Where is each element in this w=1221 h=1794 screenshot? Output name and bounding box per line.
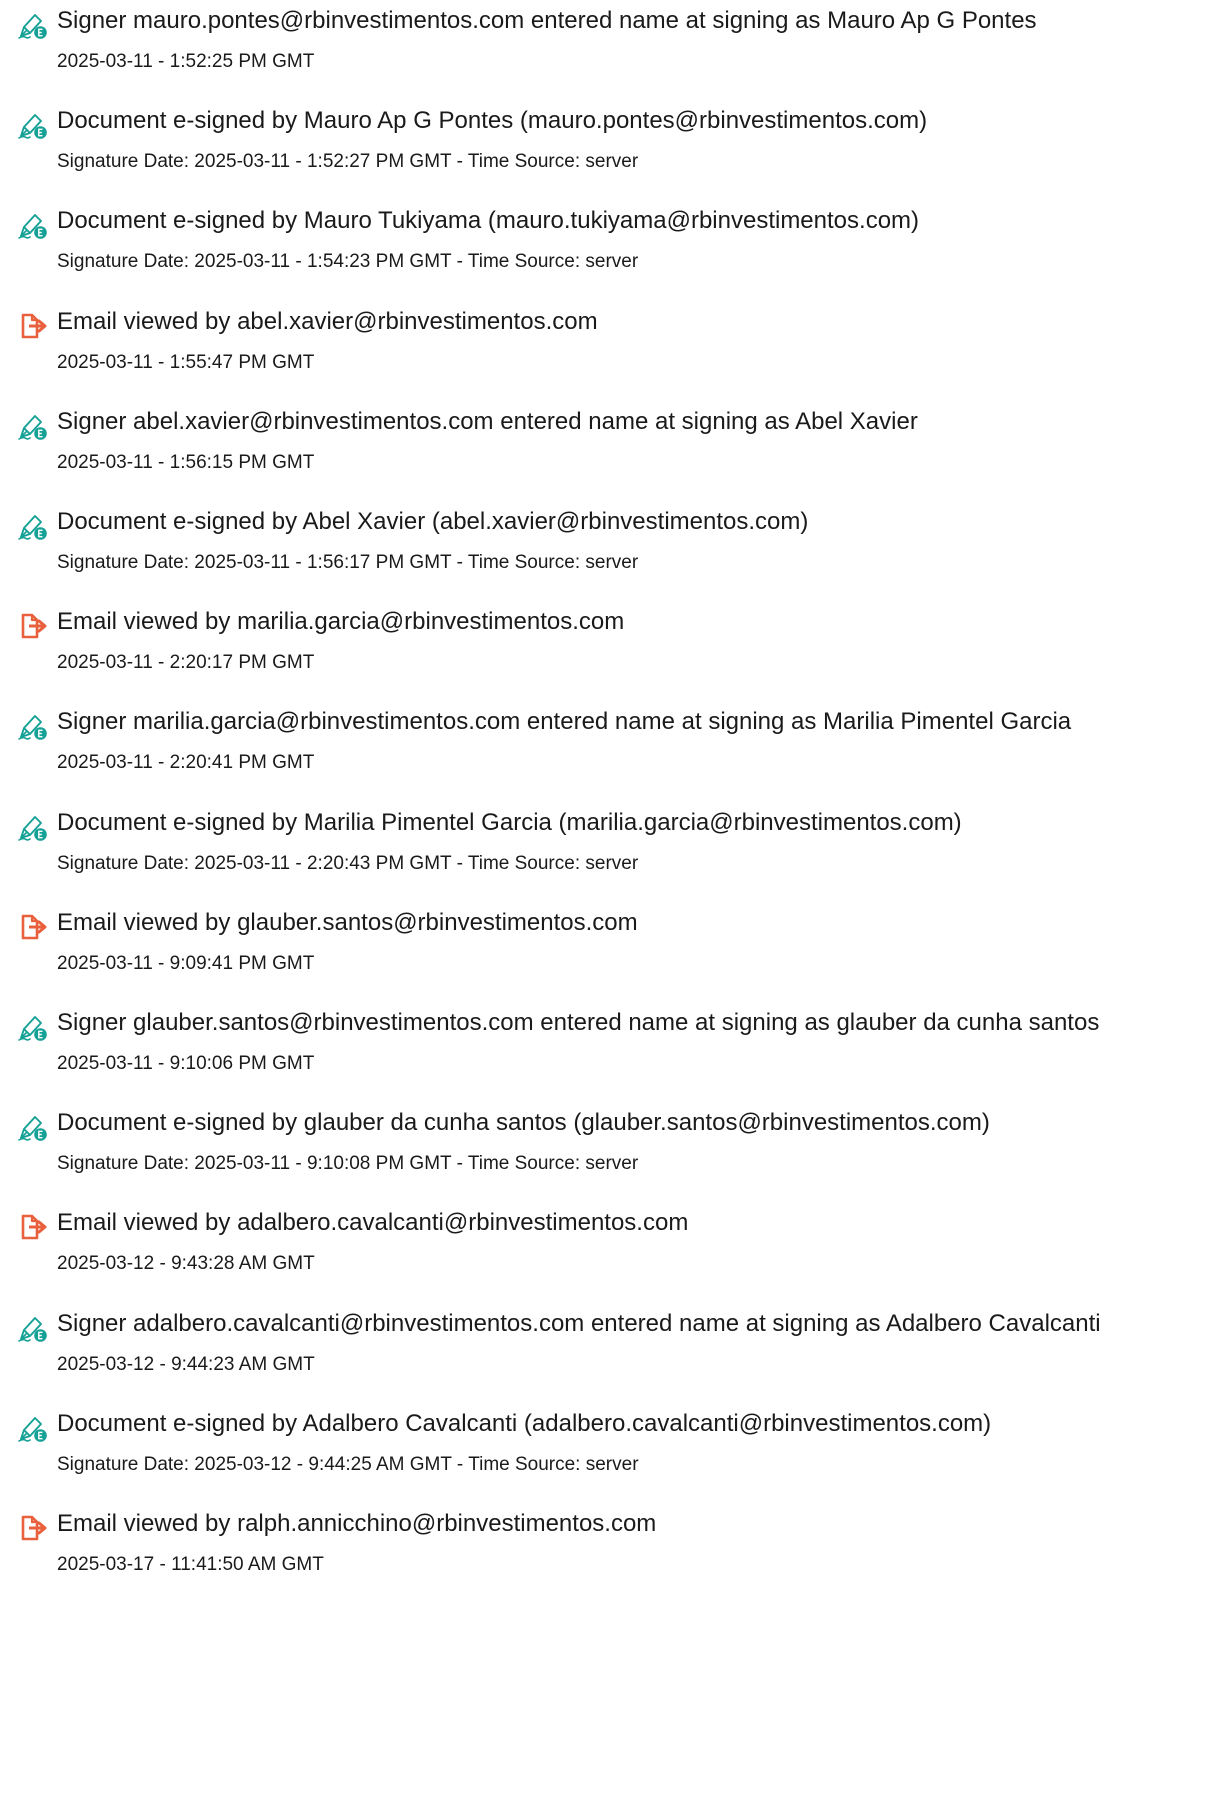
document-viewed-icon (18, 912, 48, 942)
entry-timestamp: Signature Date: 2025-03-11 - 2:20:43 PM … (57, 852, 639, 874)
document-viewed-icon (18, 311, 48, 341)
log-entry: Signer mauro.pontes@rbinvestimentos.com … (0, 6, 1221, 96)
log-entry: Document e-signed by Mauro Tukiyama (mau… (0, 206, 1221, 296)
entry-timestamp: 2025-03-11 - 2:20:41 PM GMT (57, 752, 315, 774)
log-entry: Email viewed by glauber.santos@rbinvesti… (0, 908, 1221, 998)
entry-description: Document e-signed by Marilia Pimentel Ga… (57, 808, 962, 836)
document-viewed-icon (18, 1212, 48, 1242)
entry-timestamp: 2025-03-12 - 9:44:23 AM GMT (57, 1353, 315, 1375)
signature-pen-icon (18, 10, 48, 40)
entry-description: Email viewed by ralph.annicchino@rbinves… (57, 1510, 657, 1537)
log-entry: Email viewed by ralph.annicchino@rbinves… (0, 1509, 1221, 1599)
entry-timestamp: 2025-03-17 - 11:41:50 AM GMT (57, 1554, 324, 1575)
signature-pen-icon (18, 812, 48, 842)
signature-pen-icon (18, 1112, 48, 1142)
signature-pen-icon (18, 110, 48, 140)
entry-description: Document e-signed by Adalbero Cavalcanti… (57, 1409, 992, 1437)
log-entry: Signer glauber.santos@rbinvestimentos.co… (0, 1008, 1221, 1098)
entry-description: Email viewed by marilia.garcia@rbinvesti… (57, 608, 625, 636)
signature-pen-icon (18, 1012, 48, 1042)
entry-description: Signer mauro.pontes@rbinvestimentos.com … (57, 7, 1037, 34)
log-entry: Document e-signed by Mauro Ap G Pontes (… (0, 106, 1221, 196)
entry-description: Signer glauber.santos@rbinvestimentos.co… (57, 1009, 1100, 1036)
entry-description: Signer abel.xavier@rbinvestimentos.com e… (57, 407, 918, 435)
entry-timestamp: Signature Date: 2025-03-12 - 9:44:25 AM … (57, 1453, 639, 1475)
document-viewed-icon (18, 1513, 48, 1543)
log-entry: Signer marilia.garcia@rbinvestimentos.co… (0, 707, 1221, 797)
entry-timestamp: Signature Date: 2025-03-11 - 1:56:17 PM … (57, 552, 639, 573)
signature-pen-icon (18, 1413, 48, 1443)
entry-description: Document e-signed by Mauro Tukiyama (mau… (57, 207, 920, 235)
log-entry: Document e-signed by Marilia Pimentel Ga… (0, 808, 1221, 898)
log-entry: Signer abel.xavier@rbinvestimentos.com e… (0, 407, 1221, 497)
entry-description: Document e-signed by Mauro Ap G Pontes (… (57, 107, 928, 135)
entry-description: Email viewed by abel.xavier@rbinvestimen… (57, 307, 598, 335)
signature-pen-icon (18, 411, 48, 441)
document-viewed-icon (18, 611, 48, 641)
entry-description: Email viewed by glauber.santos@rbinvesti… (57, 908, 638, 936)
log-entry: Document e-signed by glauber da cunha sa… (0, 1108, 1221, 1198)
signature-pen-icon (18, 210, 48, 240)
signature-pen-icon (18, 511, 48, 541)
entry-timestamp: 2025-03-11 - 9:10:06 PM GMT (57, 1053, 315, 1074)
log-entry: Document e-signed by Abel Xavier (abel.x… (0, 507, 1221, 597)
signature-pen-icon (18, 711, 48, 741)
entry-timestamp: Signature Date: 2025-03-11 - 1:54:23 PM … (57, 251, 639, 273)
entry-timestamp: 2025-03-11 - 1:52:25 PM GMT (57, 51, 315, 72)
entry-timestamp: Signature Date: 2025-03-11 - 1:52:27 PM … (57, 151, 639, 173)
entry-description: Document e-signed by Abel Xavier (abel.x… (57, 508, 809, 535)
signature-pen-icon (18, 1313, 48, 1343)
log-entry: Email viewed by marilia.garcia@rbinvesti… (0, 607, 1221, 697)
entry-timestamp: 2025-03-11 - 9:09:41 PM GMT (57, 952, 315, 974)
entry-description: Signer marilia.garcia@rbinvestimentos.co… (57, 708, 1072, 736)
entry-timestamp: 2025-03-11 - 2:20:17 PM GMT (57, 652, 315, 674)
entry-timestamp: 2025-03-11 - 1:55:47 PM GMT (57, 351, 315, 373)
log-entry: Email viewed by adalbero.cavalcanti@rbin… (0, 1208, 1221, 1298)
entry-timestamp: 2025-03-11 - 1:56:15 PM GMT (57, 451, 315, 473)
log-entry: Email viewed by abel.xavier@rbinvestimen… (0, 307, 1221, 397)
entry-timestamp: 2025-03-12 - 9:43:28 AM GMT (57, 1253, 315, 1275)
entry-timestamp: Signature Date: 2025-03-11 - 9:10:08 PM … (57, 1153, 639, 1175)
entry-description: Signer adalbero.cavalcanti@rbinvestiment… (57, 1309, 1101, 1337)
log-entry: Signer adalbero.cavalcanti@rbinvestiment… (0, 1309, 1221, 1399)
log-entry: Document e-signed by Adalbero Cavalcanti… (0, 1409, 1221, 1499)
entry-description: Document e-signed by glauber da cunha sa… (57, 1109, 990, 1137)
entry-description: Email viewed by adalbero.cavalcanti@rbin… (57, 1209, 689, 1237)
